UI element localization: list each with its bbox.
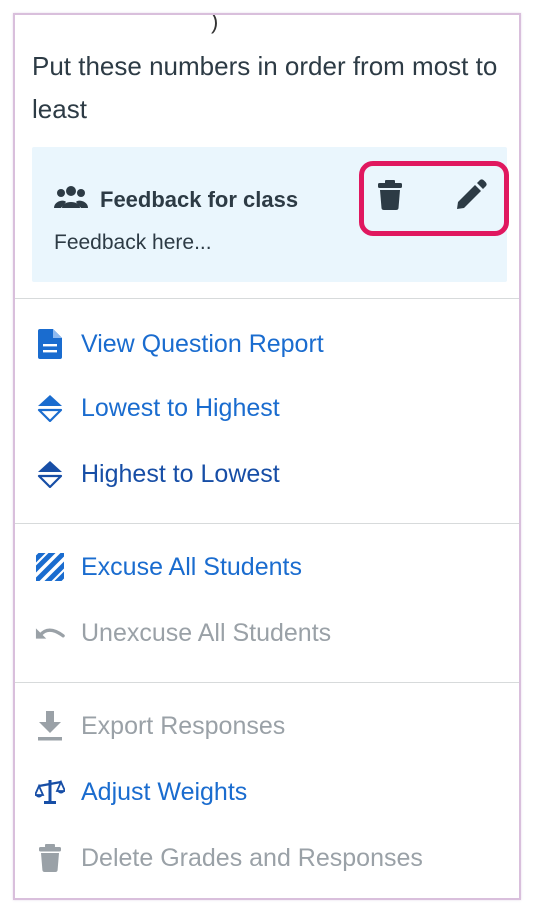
edit-feedback-button[interactable]	[453, 177, 489, 217]
adjust-weights-item[interactable]: Adjust Weights	[35, 772, 247, 812]
divider-1	[15, 298, 519, 299]
lowest-to-highest-item[interactable]: Lowest to Highest	[35, 388, 280, 428]
question-menu-panel: ) Put these numbers in order from most t…	[13, 13, 521, 900]
divider-2	[15, 523, 519, 524]
undo-icon	[35, 618, 65, 648]
pencil-icon	[455, 178, 487, 216]
document-icon	[35, 329, 65, 359]
feedback-header: Feedback for class	[54, 185, 298, 214]
excuse-all-students-label: Excuse All Students	[81, 552, 302, 581]
striped-square-icon	[35, 552, 65, 582]
feedback-card: Feedback for class Feedback here...	[32, 147, 509, 282]
scale-icon	[35, 777, 65, 807]
divider-3	[15, 682, 519, 683]
unexcuse-all-students-item[interactable]: Unexcuse All Students	[35, 613, 331, 653]
delete-grades-label: Delete Grades and Responses	[81, 843, 423, 872]
export-responses-label: Export Responses	[81, 711, 286, 740]
export-responses-item[interactable]: Export Responses	[35, 706, 285, 746]
view-question-report-item[interactable]: View Question Report	[35, 324, 324, 364]
lowest-to-highest-label: Lowest to Highest	[81, 393, 280, 422]
trash-icon	[35, 843, 65, 873]
feedback-title: Feedback for class	[100, 186, 299, 212]
excuse-all-students-item[interactable]: Excuse All Students	[35, 547, 302, 587]
sort-ascending-icon	[35, 393, 65, 423]
delete-grades-item[interactable]: Delete Grades and Responses	[35, 838, 423, 878]
unexcuse-all-students-label: Unexcuse All Students	[81, 618, 332, 647]
feedback-body: Feedback here...	[54, 231, 212, 254]
highest-to-lowest-item[interactable]: Highest to Lowest	[35, 454, 280, 494]
question-text: Put these numbers in order from most to …	[32, 51, 498, 124]
download-icon	[35, 711, 65, 741]
sort-descending-icon	[35, 459, 65, 489]
cut-off-text: )	[211, 13, 219, 34]
adjust-weights-label: Adjust Weights	[81, 777, 248, 806]
group-icon	[54, 185, 88, 214]
highest-to-lowest-label: Highest to Lowest	[81, 459, 280, 488]
bottom-fade	[15, 884, 519, 898]
delete-feedback-button[interactable]	[372, 177, 408, 217]
view-question-report-label: View Question Report	[81, 329, 324, 358]
trash-icon	[378, 179, 402, 215]
